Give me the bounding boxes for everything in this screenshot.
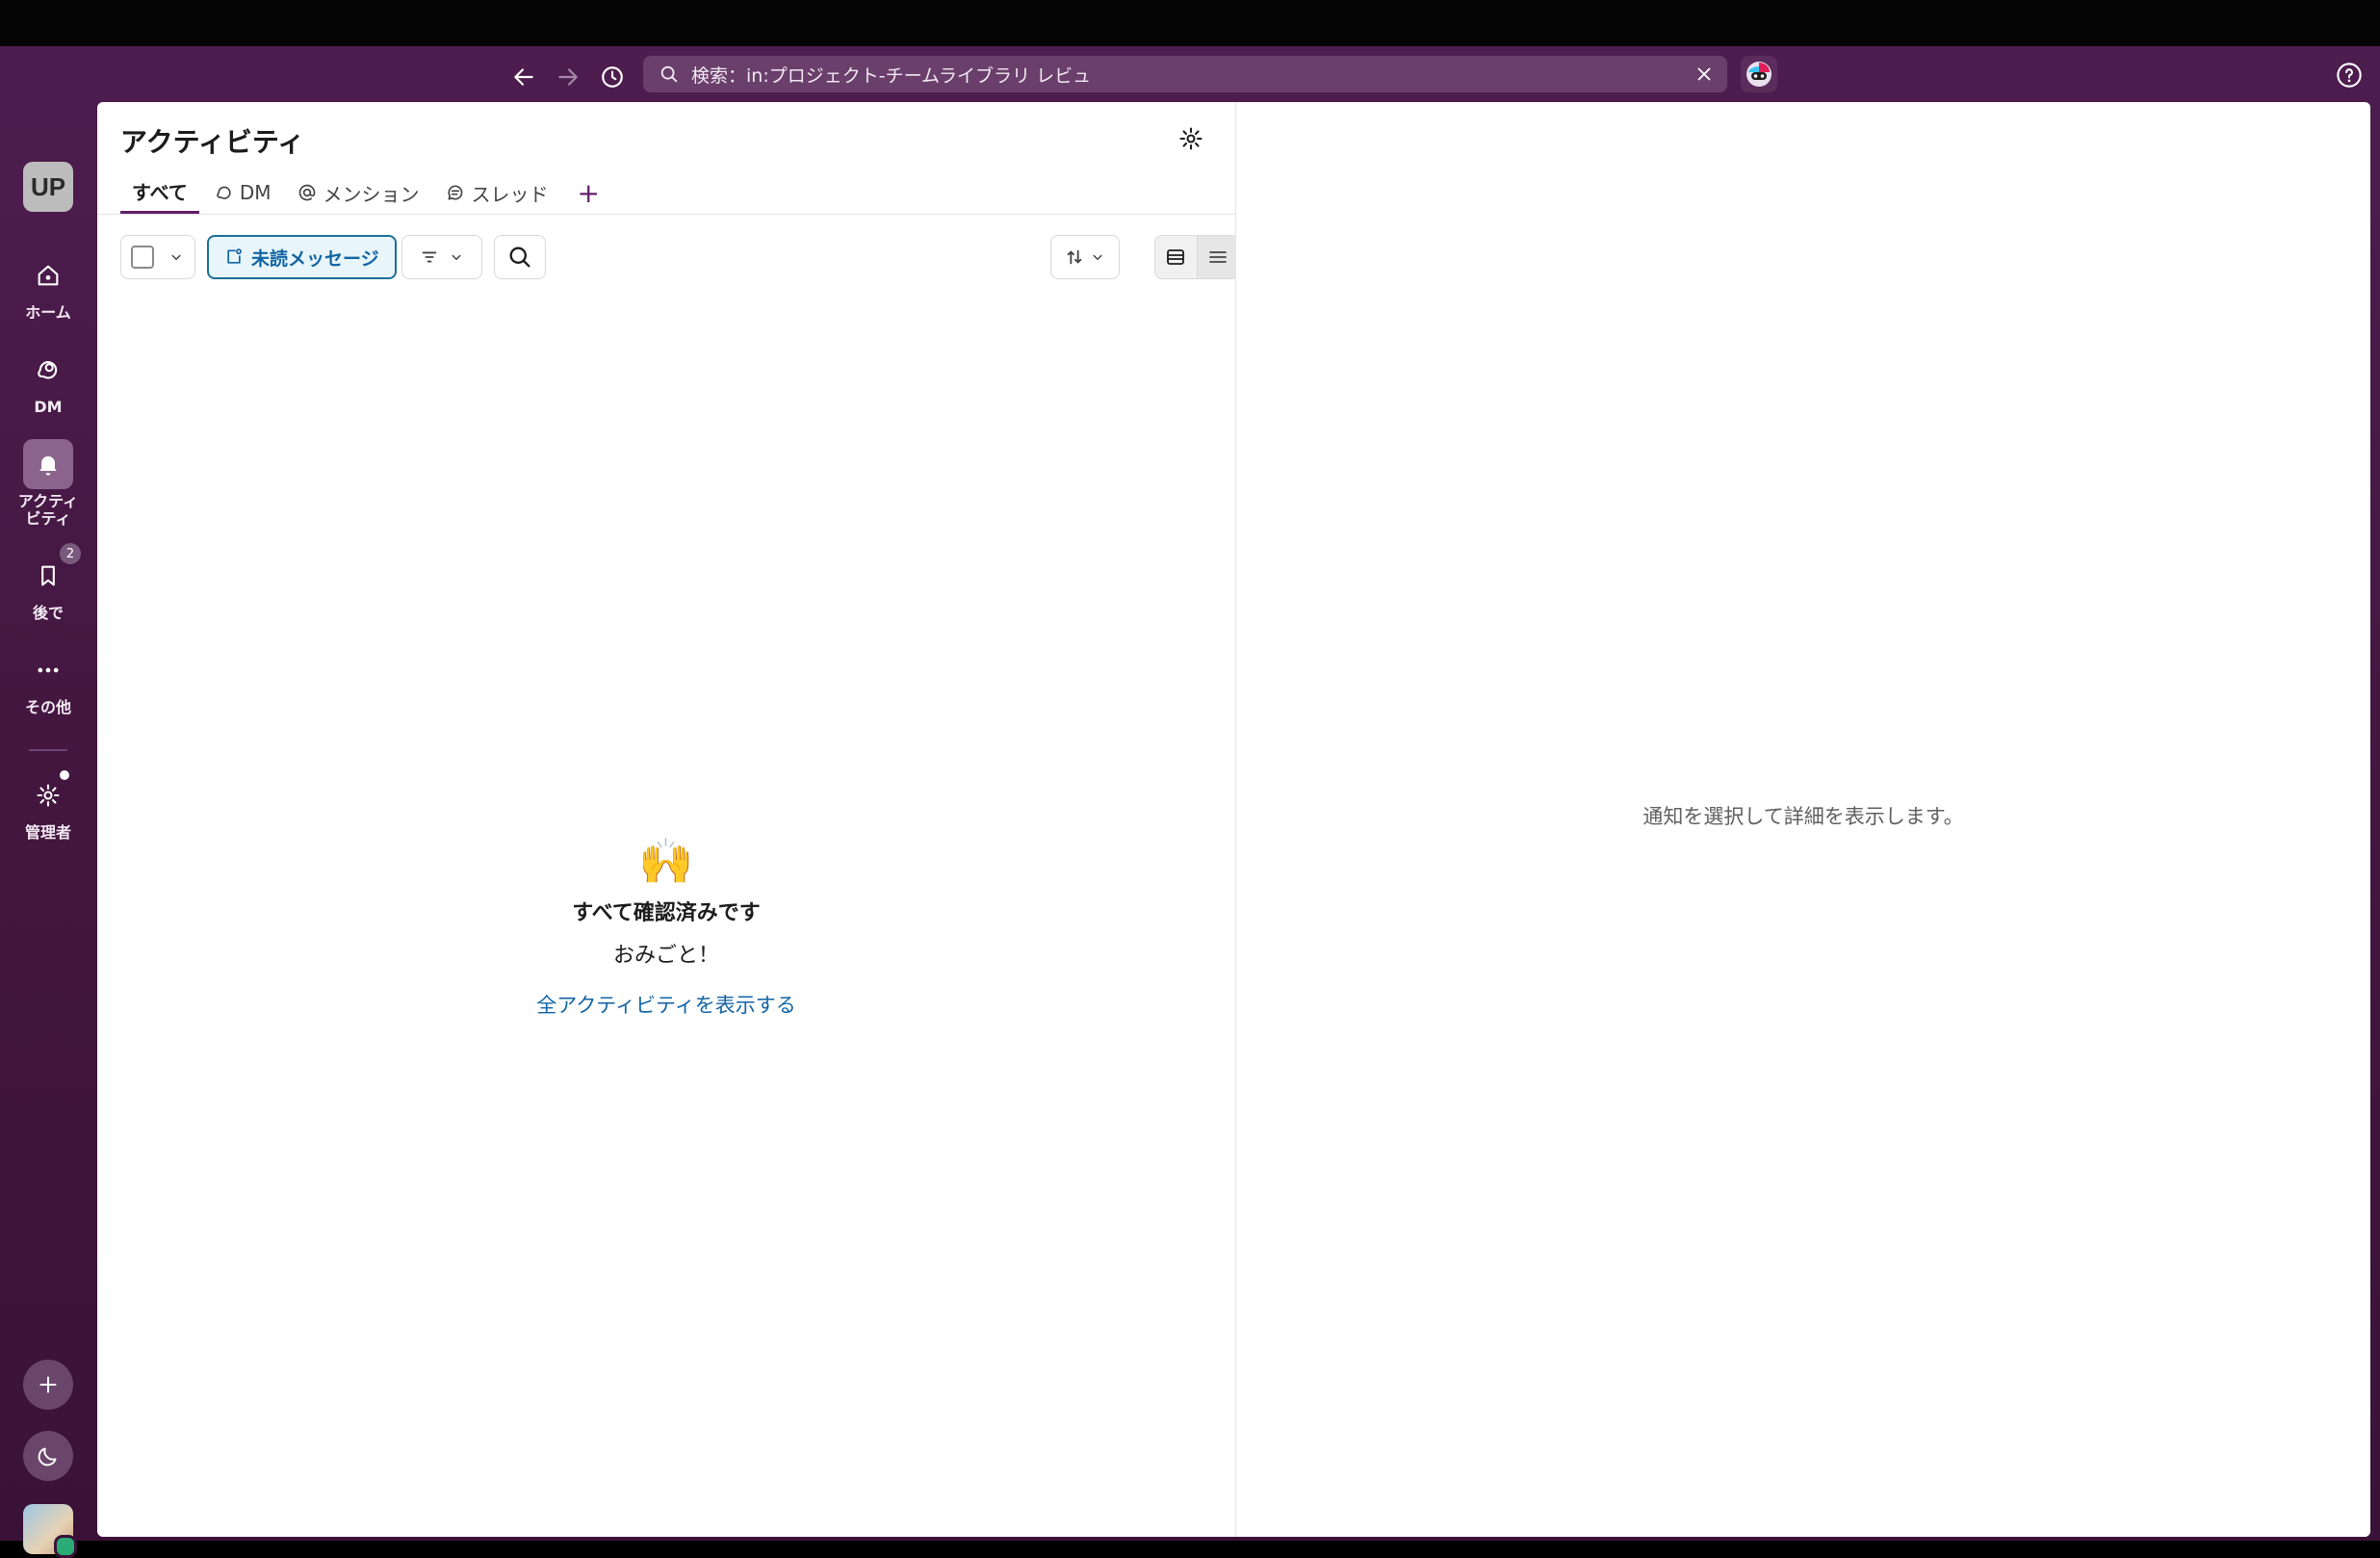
empty-state: 🙌 すべて確認済みです おみごと！ 全アクティビティを表示する [97,834,1235,1019]
search-query-text: 検索：in:プロジェクト-チームライブラリ レビュ [691,65,1092,87]
chevron-down-icon [1093,254,1102,261]
tab-label: DM [239,181,272,204]
chevron-down-icon [452,254,461,261]
tab-threads[interactable]: スレッド [434,171,559,214]
create-new-button[interactable] [23,1360,73,1410]
tab-label: すべて [132,181,188,204]
page-title: アクティビティ [120,126,305,158]
presence-status-icon [54,1535,77,1558]
sort-dropdown[interactable] [1050,235,1120,279]
back-button[interactable] [506,60,541,94]
rail-divider [29,749,67,751]
at-icon [299,184,316,201]
filter-dropdown[interactable] [401,235,482,279]
rail-item-admin[interactable]: 管理者 [0,770,96,842]
clock-icon [602,66,623,88]
tabs-divider [97,214,1235,215]
tab-all[interactable]: すべて [120,171,199,214]
gear-icon [1179,127,1203,150]
activity-toolbar: 未読メッセージ [120,235,1239,279]
rail-item-label: ホーム [25,303,71,322]
os-title-bar [0,0,2380,46]
tab-dm[interactable]: DM [203,171,283,214]
search-activity-button[interactable] [494,235,546,279]
empty-state-title: すべて確認済みです [572,901,761,925]
rail-item-label: アクティ ビティ [17,492,79,528]
search-bar[interactable]: 検索：in:プロジェクト-チームライブラリ レビュ [643,56,1727,92]
workspace-avatar[interactable]: UP [23,162,73,212]
rail-item-label: 管理者 [24,823,71,842]
card-view-icon [1167,249,1185,265]
assistant-face-icon [1746,62,1772,87]
detail-placeholder-text: 通知を選択して詳細を表示します。 [1643,805,1964,828]
detail-pane: 通知を選択して詳細を表示します。 [1236,102,2370,1537]
dm-icon [217,186,231,199]
list-view-button[interactable] [1197,236,1238,278]
filter-icon [422,251,437,263]
select-all-dropdown[interactable] [120,235,195,279]
thread-icon [448,185,463,200]
activity-settings-button[interactable] [1174,121,1208,156]
later-count-badge: 2 [60,543,81,564]
add-tab-button[interactable]: + [563,171,612,214]
bell-icon [23,439,73,489]
view-toggle [1154,235,1239,279]
rail-item-more[interactable]: その他 [0,645,96,716]
rail-item-label: 後で [32,604,64,622]
more-icon [23,645,73,695]
history-button[interactable] [595,60,630,94]
rail-item-dm[interactable]: DM [0,345,96,416]
chevron-down-icon [171,254,181,261]
unread-filter-chip[interactable]: 未読メッセージ [207,235,397,279]
unread-filter-label: 未読メッセージ [251,247,379,270]
theme-toggle-button[interactable] [23,1431,73,1481]
tab-mentions[interactable]: メンション [286,171,430,214]
user-avatar[interactable] [23,1504,77,1558]
dm-icon [23,345,73,395]
search-icon [509,247,530,268]
show-all-activity-link[interactable]: 全アクティビティを表示する [536,990,795,1019]
home-icon [23,250,73,300]
admin-notification-dot [60,770,69,780]
arrow-right-icon [558,68,578,86]
rail-item-activity[interactable]: アクティ ビティ [0,439,96,528]
activity-tabs: すべて DM メンション スレッド + [120,169,613,214]
moon-icon [38,1447,57,1467]
plus-icon [39,1376,57,1393]
close-icon [1697,67,1711,81]
sort-icon [1067,249,1082,265]
rail-item-label: その他 [24,698,71,716]
select-all-checkbox[interactable] [131,246,154,269]
raised-hands-emoji: 🙌 [638,835,694,887]
clear-search-button[interactable] [1691,61,1718,88]
slack-app: 検索：in:プロジェクト-チームライブラリ レビュ UP ホーム DM アクティ… [0,46,2380,1558]
tab-label: スレッド [471,182,549,206]
ai-assistant-button[interactable] [1741,56,1777,92]
top-bar: 検索：in:プロジェクト-チームライブラリ レビュ [0,46,2380,102]
rail-item-later[interactable]: 2 後で [0,543,96,622]
help-button[interactable] [2334,60,2365,91]
tab-label: メンション [323,182,420,206]
sidebar-rail: UP ホーム DM アクティ ビティ 2 後で その他 管理者 [0,102,96,1558]
activity-pane: アクティビティ すべて DM メンション スレッド + 未読メッセージ 🙌 すべ… [97,102,1239,1537]
rail-item-label: DM [34,398,63,416]
arrow-left-icon [514,68,533,86]
help-icon [2337,63,2362,88]
card-view-button[interactable] [1155,236,1198,278]
main-panel: アクティビティ すべて DM メンション スレッド + 未読メッセージ 🙌 すべ… [97,102,2370,1537]
empty-state-subtitle: おみごと！ [612,944,719,968]
rail-item-home[interactable]: ホーム [0,250,96,322]
forward-button[interactable] [551,60,585,94]
list-view-icon [1208,251,1227,263]
unread-icon [227,248,242,264]
search-icon [660,65,678,83]
